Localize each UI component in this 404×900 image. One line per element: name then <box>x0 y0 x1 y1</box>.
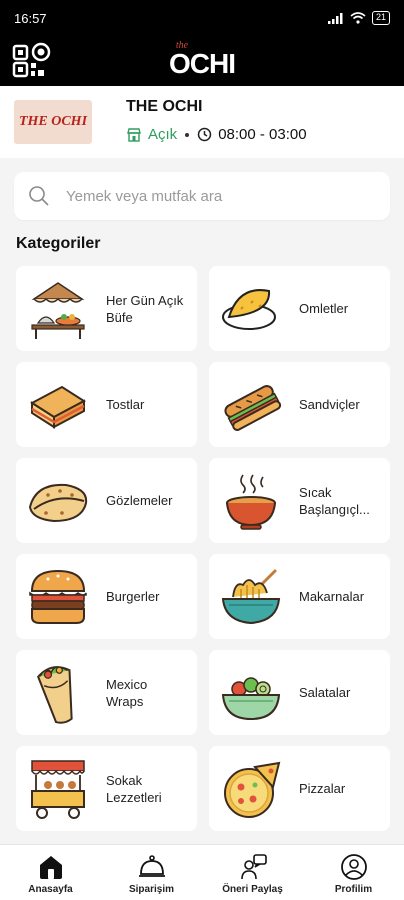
category-card-wrap[interactable]: Mexico Wraps <box>16 650 197 735</box>
category-card-salad[interactable]: Salatalar <box>209 650 390 735</box>
category-grid: Her Gün Açık Büfe Omletler Tostlar Sandv… <box>16 266 390 831</box>
wifi-icon <box>350 12 366 24</box>
category-label: Mexico Wraps <box>106 676 148 709</box>
category-label: Sandviçler <box>299 397 360 412</box>
category-card-sandwich[interactable]: Sandviçler <box>209 362 390 447</box>
opening-hours: 08:00 - 03:00 <box>218 126 307 143</box>
soup-bowl-icon <box>226 474 276 530</box>
category-card-soup[interactable]: Sıcak Başlangıçl... <box>209 458 390 543</box>
status-icons: 21 <box>327 11 390 25</box>
nav-orders-label: Siparişim <box>128 884 175 895</box>
category-label: Tostlar <box>106 397 145 412</box>
search-icon <box>29 186 49 206</box>
category-label: Omletler <box>299 301 349 316</box>
nav-home-label: Anasayfa <box>28 884 73 895</box>
pasta-icon <box>221 569 281 624</box>
bottom-navigation: Anasayfa Siparişim Öneri Paylaş Profilim <box>0 844 404 900</box>
status-time: 16:57 <box>14 10 47 26</box>
cloche-icon <box>138 855 165 877</box>
category-label: Salatalar <box>299 685 351 700</box>
storefront-icon <box>127 127 141 142</box>
pizza-icon <box>224 761 281 818</box>
profile-icon <box>340 854 367 880</box>
sub-sandwich-icon <box>224 384 282 431</box>
category-label: Sıcak Başlangıçl... <box>299 484 370 517</box>
restaurant-logo: THE OCHI <box>14 100 92 144</box>
status-bar: 16:57 21 <box>0 0 404 36</box>
open-status: Açık <box>148 126 178 143</box>
search-bar[interactable] <box>14 172 390 220</box>
suggestion-icon <box>240 854 267 880</box>
buffet-icon <box>31 281 85 339</box>
category-card-pasta[interactable]: Makarnalar <box>209 554 390 639</box>
category-label: Makarnalar <box>299 589 365 604</box>
category-label: Pizzalar <box>299 781 346 796</box>
nav-suggestion-label: Öneri Paylaş <box>222 884 283 895</box>
category-label: Gözlemeler <box>106 493 173 508</box>
nav-orders[interactable]: Siparişim <box>101 845 202 900</box>
omelette-icon <box>222 288 276 330</box>
category-card-street-food[interactable]: Sokak Lezzetleri <box>16 746 197 831</box>
gozleme-icon <box>28 483 88 522</box>
toast-sandwich-icon <box>30 385 86 429</box>
restaurant-header[interactable]: THE OCHI THE OCHI Açık 08:00 - 03:00 <box>0 86 404 158</box>
battery-icon: 21 <box>371 11 390 25</box>
category-label: Burgerler <box>106 589 160 604</box>
burger-icon <box>29 569 87 624</box>
logo-main-text: OCHI <box>169 48 236 79</box>
category-card-burger[interactable]: Burgerler <box>16 554 197 639</box>
nav-profile[interactable]: Profilim <box>303 845 404 900</box>
restaurant-logo-text: THE OCHI <box>18 114 88 129</box>
salad-icon <box>221 676 281 720</box>
separator-dot <box>185 132 190 137</box>
restaurant-name: THE OCHI <box>126 98 203 115</box>
wrap-icon <box>37 665 73 724</box>
logo-small-text: the <box>175 40 189 51</box>
category-card-gozleme[interactable]: Gözlemeler <box>16 458 197 543</box>
category-card-pizza[interactable]: Pizzalar <box>209 746 390 831</box>
clock-icon <box>197 127 212 142</box>
app-bar: the OCHI <box>0 36 404 86</box>
food-cart-icon <box>31 759 85 819</box>
nav-suggestion[interactable]: Öneri Paylaş <box>202 845 303 900</box>
category-card-toast[interactable]: Tostlar <box>16 362 197 447</box>
category-label: Sokak Lezzetleri <box>106 772 162 805</box>
category-label: Her Gün Açık Büfe <box>106 292 184 325</box>
app-logo: the OCHI <box>0 38 404 80</box>
signal-icon <box>327 12 343 24</box>
category-card-buffet[interactable]: Her Gün Açık Büfe <box>16 266 197 351</box>
nav-home[interactable]: Anasayfa <box>0 845 101 900</box>
restaurant-meta: Açık 08:00 - 03:00 <box>126 126 307 143</box>
nav-profile-label: Profilim <box>334 884 373 895</box>
search-input[interactable] <box>66 187 366 205</box>
categories-title: Kategoriler <box>16 235 101 252</box>
category-card-omelette[interactable]: Omletler <box>209 266 390 351</box>
home-icon <box>39 856 62 879</box>
